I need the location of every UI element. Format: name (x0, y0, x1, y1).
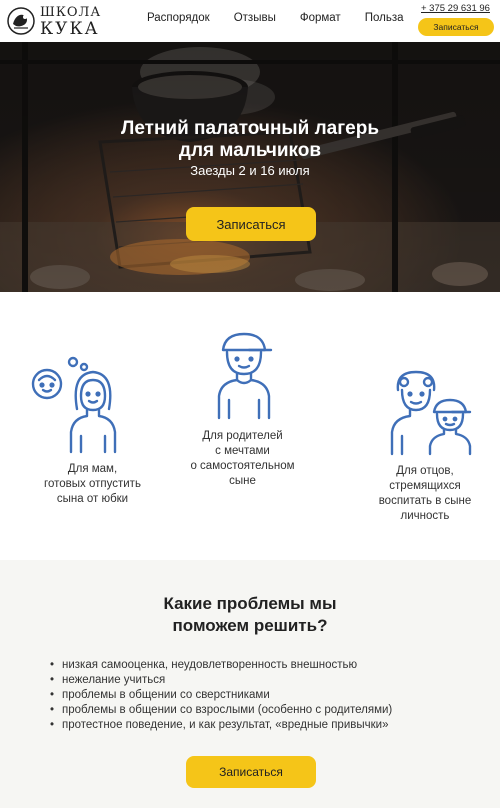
mother-child-icon (31, 356, 117, 454)
problems-signup-button[interactable]: Записаться (186, 756, 316, 788)
school-logo[interactable]: ШКОЛА КУКА (6, 4, 116, 39)
audience-section: Для мам, готовых отпустить сына от юбки … (0, 292, 500, 560)
problems-title: Какие проблемы мы поможем решить? (163, 594, 337, 635)
audience-fathers-text: Для отцов, стремящихся воспитать в сыне … (378, 465, 472, 522)
problems-section: Какие проблемы мы поможем решить? низкая… (0, 560, 500, 808)
site-header: ШКОЛА КУКА Распорядок Отзывы Формат Поль… (0, 0, 500, 42)
logo-emblem-icon (7, 7, 35, 35)
hero-title-line1: Летний палаточный лагерь (120, 118, 380, 139)
list-item: проблемы в общении со взрослыми (особенн… (50, 703, 392, 718)
nav-item-format[interactable]: Формат (300, 12, 341, 24)
main-nav: Распорядок Отзывы Формат Польза (147, 12, 427, 24)
nav-item-benefit[interactable]: Польза (365, 12, 404, 24)
phone-link[interactable]: + 375 29 631 96 (421, 3, 490, 14)
nav-item-reviews[interactable]: Отзывы (234, 12, 276, 24)
grandfather-boy-icon (390, 370, 472, 456)
audience-parents-text: Для родителей с мечтами о самостоятельно… (190, 430, 295, 487)
hero-title: Летний палаточный лагерь для мальчиков (0, 118, 500, 162)
hero-subtitle: Заезды 2 и 16 июля (190, 163, 310, 178)
list-item: проблемы в общении со сверстниками (50, 688, 392, 703)
logo-text-top: ШКОЛА (40, 5, 102, 20)
logo-text-bottom: КУКА (40, 19, 100, 39)
list-item: нежелание учиться (50, 673, 392, 688)
boy-icon (217, 332, 273, 420)
audience-mothers-text: Для мам, готовых отпустить сына от юбки (44, 463, 141, 505)
list-item: протестное поведение, и как результат, «… (50, 718, 392, 733)
nav-item-schedule[interactable]: Распорядок (147, 12, 210, 24)
problems-list: низкая самооценка, неудовлетворенность в… (50, 658, 392, 733)
header-signup-button[interactable]: Записаться (418, 18, 494, 36)
hero-section: Летний палаточный лагерь для мальчиков З… (0, 42, 500, 292)
hero-signup-button[interactable]: Записаться (186, 207, 316, 241)
list-item: низкая самооценка, неудовлетворенность в… (50, 658, 392, 673)
hero-title-line2: для мальчиков (178, 140, 322, 161)
